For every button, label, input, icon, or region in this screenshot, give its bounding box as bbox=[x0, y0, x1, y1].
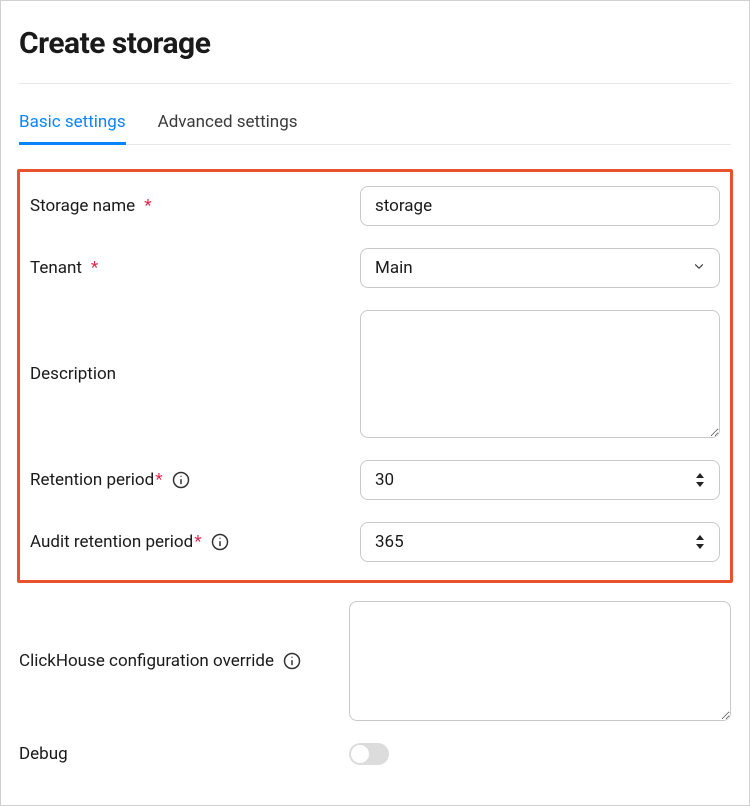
info-icon[interactable] bbox=[171, 470, 191, 490]
label-clickhouse-override: ClickHouse configuration override bbox=[19, 601, 349, 721]
required-marker: * bbox=[144, 196, 151, 216]
label-tenant: Tenant * bbox=[30, 258, 360, 278]
row-clickhouse-override: ClickHouse configuration override bbox=[19, 601, 731, 721]
label-text: Audit retention period* bbox=[30, 532, 202, 552]
create-storage-panel: Create storage Basic settings Advanced s… bbox=[0, 0, 750, 806]
label-text: Tenant bbox=[30, 258, 82, 278]
description-textarea[interactable] bbox=[360, 310, 720, 438]
label-text: ClickHouse configuration override bbox=[19, 651, 274, 671]
tenant-select[interactable] bbox=[360, 248, 720, 288]
label-text: Storage name bbox=[30, 196, 135, 216]
label-text: Description bbox=[30, 364, 116, 384]
info-icon[interactable] bbox=[282, 651, 302, 671]
row-description: Description bbox=[30, 310, 720, 438]
form-area: Storage name * Tenant * bbox=[19, 145, 731, 765]
row-tenant: Tenant * bbox=[30, 248, 720, 288]
tab-advanced-settings[interactable]: Advanced settings bbox=[158, 112, 298, 144]
page-title: Create storage bbox=[19, 26, 731, 61]
tenant-select-value[interactable] bbox=[360, 248, 720, 288]
info-icon[interactable] bbox=[210, 532, 230, 552]
storage-name-input[interactable] bbox=[360, 186, 720, 226]
label-storage-name: Storage name * bbox=[30, 196, 360, 216]
row-audit-retention-period: Audit retention period* bbox=[30, 522, 720, 562]
audit-retention-period-input[interactable] bbox=[360, 522, 720, 562]
required-marker: * bbox=[194, 532, 201, 552]
tab-basic-settings[interactable]: Basic settings bbox=[19, 112, 126, 144]
highlight-box: Storage name * Tenant * bbox=[17, 169, 733, 583]
tabs: Basic settings Advanced settings bbox=[19, 83, 731, 145]
required-marker: * bbox=[91, 258, 98, 278]
required-marker: * bbox=[155, 470, 162, 490]
label-text: Retention period* bbox=[30, 470, 163, 490]
retention-period-input[interactable] bbox=[360, 460, 720, 500]
row-debug: Debug bbox=[19, 743, 731, 765]
label-description: Description bbox=[30, 310, 360, 438]
label-retention-period: Retention period* bbox=[30, 470, 360, 490]
label-audit-retention-period: Audit retention period* bbox=[30, 532, 360, 552]
label-text: Debug bbox=[19, 744, 68, 764]
label-debug: Debug bbox=[19, 744, 349, 764]
row-retention-period: Retention period* bbox=[30, 460, 720, 500]
row-storage-name: Storage name * bbox=[30, 186, 720, 226]
debug-toggle[interactable] bbox=[349, 743, 389, 765]
clickhouse-override-textarea[interactable] bbox=[349, 601, 731, 721]
